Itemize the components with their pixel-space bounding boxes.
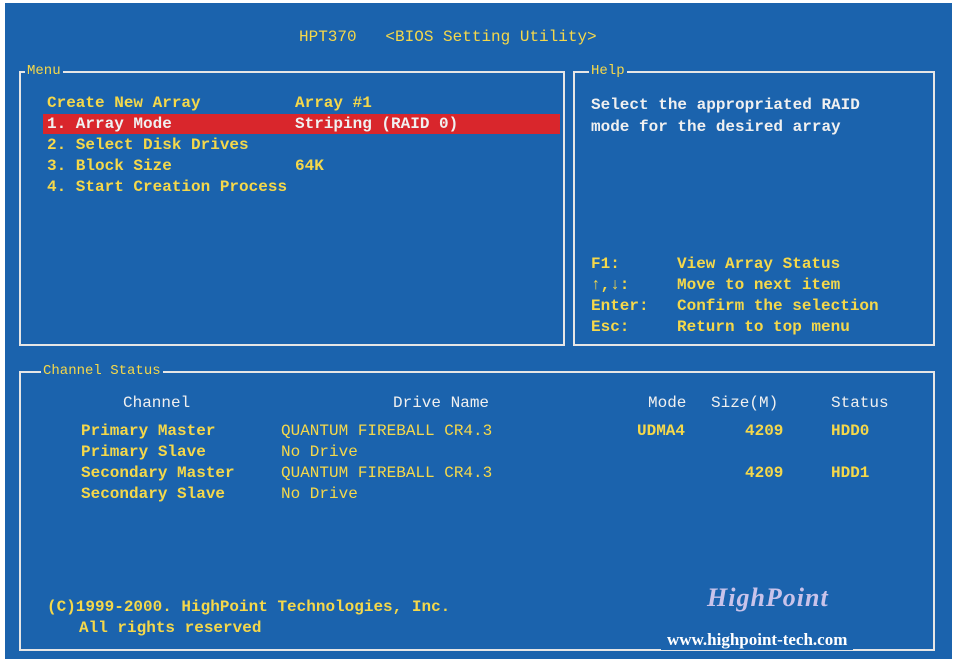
- help-legend: Help: [589, 63, 627, 79]
- help-key-enter: Enter:: [591, 297, 649, 315]
- help-key-esc: Esc:: [591, 318, 630, 336]
- menu-item-array-mode[interactable]: 1. Array Mode: [47, 114, 172, 134]
- menu-value-block-size[interactable]: 64K: [295, 156, 324, 176]
- row-secondary-master-drive: QUANTUM FIREBALL CR4.3: [281, 464, 493, 482]
- row-primary-master-size: 4209: [745, 422, 784, 440]
- menu-item-select-disk-drives[interactable]: 2. Select Disk Drives: [47, 135, 249, 155]
- highpoint-logo: HighPoint: [707, 583, 829, 612]
- row-primary-master-channel: Primary Master: [81, 422, 216, 440]
- header-status: Status: [831, 394, 889, 412]
- copyright-line-2: All rights reserved: [79, 619, 262, 637]
- row-secondary-master-channel: Secondary Master: [81, 464, 235, 482]
- menu-legend: Menu: [25, 63, 63, 79]
- help-desc-f1: View Array Status: [677, 255, 841, 273]
- title-bar: HPT370 <BIOS Setting Utility>: [299, 27, 597, 47]
- help-desc-arrows: Move to next item: [677, 276, 841, 294]
- header-mode: Mode: [648, 394, 687, 412]
- help-desc-esc: Return to top menu: [677, 318, 850, 336]
- bios-screen: HPT370 <BIOS Setting Utility> Menu Creat…: [5, 3, 952, 659]
- row-primary-master-mode: UDMA4: [637, 422, 686, 440]
- copyright-line-1: (C)1999-2000. HighPoint Technologies, In…: [47, 598, 451, 616]
- header-drive-name: Drive Name: [393, 394, 490, 412]
- row-secondary-master-size: 4209: [745, 464, 784, 482]
- footer-url: www.highpoint-tech.com: [661, 630, 854, 650]
- header-channel: Channel: [123, 394, 191, 412]
- create-array-label: Create New Array: [47, 94, 201, 112]
- help-key-arrows: ↑,↓:: [591, 276, 630, 294]
- program-name: HPT370: [299, 28, 357, 46]
- row-primary-master-drive: QUANTUM FIREBALL CR4.3: [281, 422, 493, 440]
- channel-status-legend: Channel Status: [41, 363, 163, 379]
- menu-item-start-creation[interactable]: 4. Start Creation Process: [47, 177, 287, 197]
- help-key-f1: F1:: [591, 255, 620, 273]
- row-secondary-slave-drive: No Drive: [281, 485, 358, 503]
- create-array-value: Array #1: [295, 94, 372, 112]
- header-size: Size(M): [711, 394, 779, 412]
- row-primary-slave-drive: No Drive: [281, 443, 358, 461]
- help-desc-enter: Confirm the selection: [677, 297, 879, 315]
- row-primary-master-status: HDD0: [831, 422, 870, 440]
- utility-name: <BIOS Setting Utility>: [385, 28, 597, 46]
- help-text-line-2: mode for the desired array: [591, 118, 841, 136]
- row-secondary-slave-channel: Secondary Slave: [81, 485, 226, 503]
- row-primary-slave-channel: Primary Slave: [81, 443, 206, 461]
- menu-item-block-size[interactable]: 3. Block Size: [47, 156, 172, 176]
- help-text-line-1: Select the appropriated RAID: [591, 96, 860, 114]
- row-secondary-master-status: HDD1: [831, 464, 870, 482]
- menu-value-array-mode[interactable]: Striping (RAID 0): [295, 114, 458, 134]
